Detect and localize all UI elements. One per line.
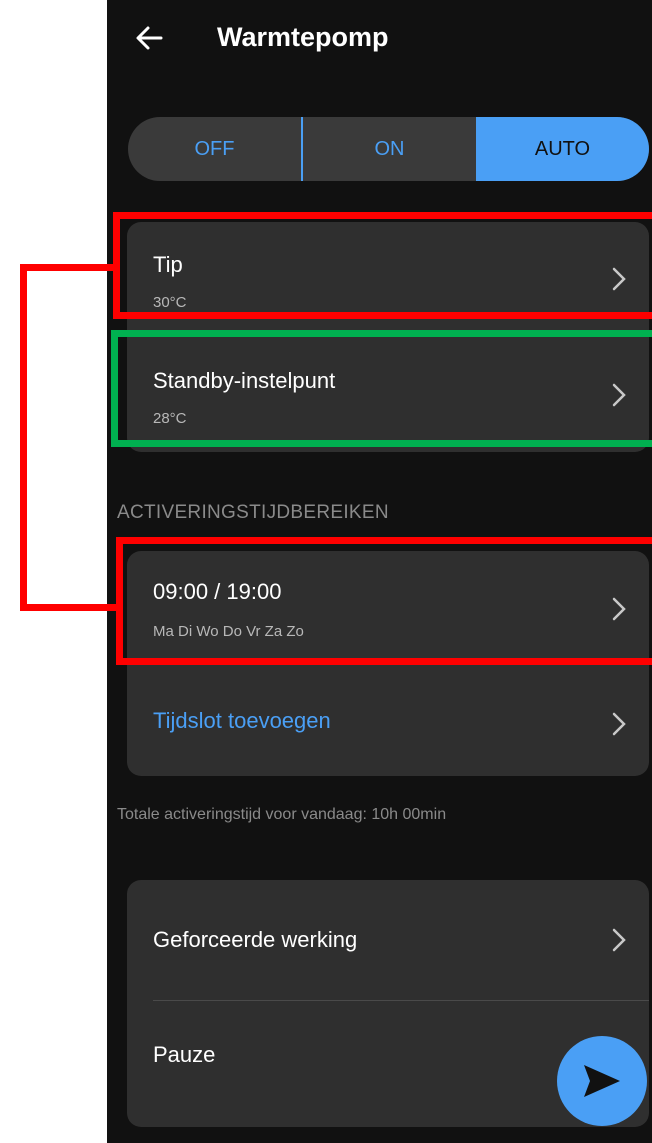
mode-on-button[interactable]: ON: [303, 117, 476, 181]
timeslot-days: Ma Di Wo Do Vr Za Zo: [153, 623, 304, 640]
pause-title: Pauze: [153, 1042, 216, 1067]
mode-auto-button[interactable]: AUTO: [476, 117, 649, 181]
chevron-right-icon: [611, 927, 627, 953]
send-button[interactable]: [557, 1036, 647, 1126]
chevron-right-icon: [611, 382, 627, 408]
tip-title: Tip: [153, 252, 183, 277]
timeslot-time: 09:00 / 19:00: [153, 579, 282, 604]
tip-value: 30°C: [153, 294, 187, 311]
chevron-right-icon: [611, 596, 627, 622]
standby-value: 28°C: [153, 410, 187, 427]
standby-row[interactable]: Standby-instelpunt 28°C: [127, 338, 649, 452]
mode-off-button[interactable]: OFF: [128, 117, 301, 181]
add-timeslot-row[interactable]: Tijdslot toevoegen: [127, 666, 649, 776]
page-title: Warmtepomp: [217, 22, 389, 52]
total-activation-text: Totale activeringstijd voor vandaag: 10h…: [117, 806, 447, 823]
timeslot-row[interactable]: 09:00 / 19:00 Ma Di Wo Do Vr Za Zo: [127, 551, 649, 666]
app-screen: Warmtepomp OFF ON AUTO Tip 30°C Standby-…: [107, 0, 652, 1143]
section-label: ACTIVERINGSTIJDBEREIKEN: [117, 502, 389, 523]
header: Warmtepomp: [107, 0, 652, 80]
forced-title: Geforceerde werking: [153, 927, 358, 952]
tip-row[interactable]: Tip 30°C: [127, 222, 649, 332]
chevron-right-icon: [611, 711, 627, 737]
mode-toggle: OFF ON AUTO: [128, 117, 649, 181]
add-timeslot-link: Tijdslot toevoegen: [153, 708, 331, 733]
standby-title: Standby-instelpunt: [153, 368, 336, 393]
annotation-bracket-red: [20, 264, 27, 611]
annotation-bracket-red: [20, 604, 117, 611]
send-icon: [584, 1065, 620, 1097]
arrow-left-icon[interactable]: [133, 22, 165, 54]
annotation-bracket-red: [20, 264, 117, 271]
forced-row[interactable]: Geforceerde werking: [127, 880, 649, 1000]
setpoints-card: Tip 30°C Standby-instelpunt 28°C: [127, 222, 649, 452]
activation-card: 09:00 / 19:00 Ma Di Wo Do Vr Za Zo Tijds…: [127, 551, 649, 776]
chevron-right-icon: [611, 266, 627, 292]
